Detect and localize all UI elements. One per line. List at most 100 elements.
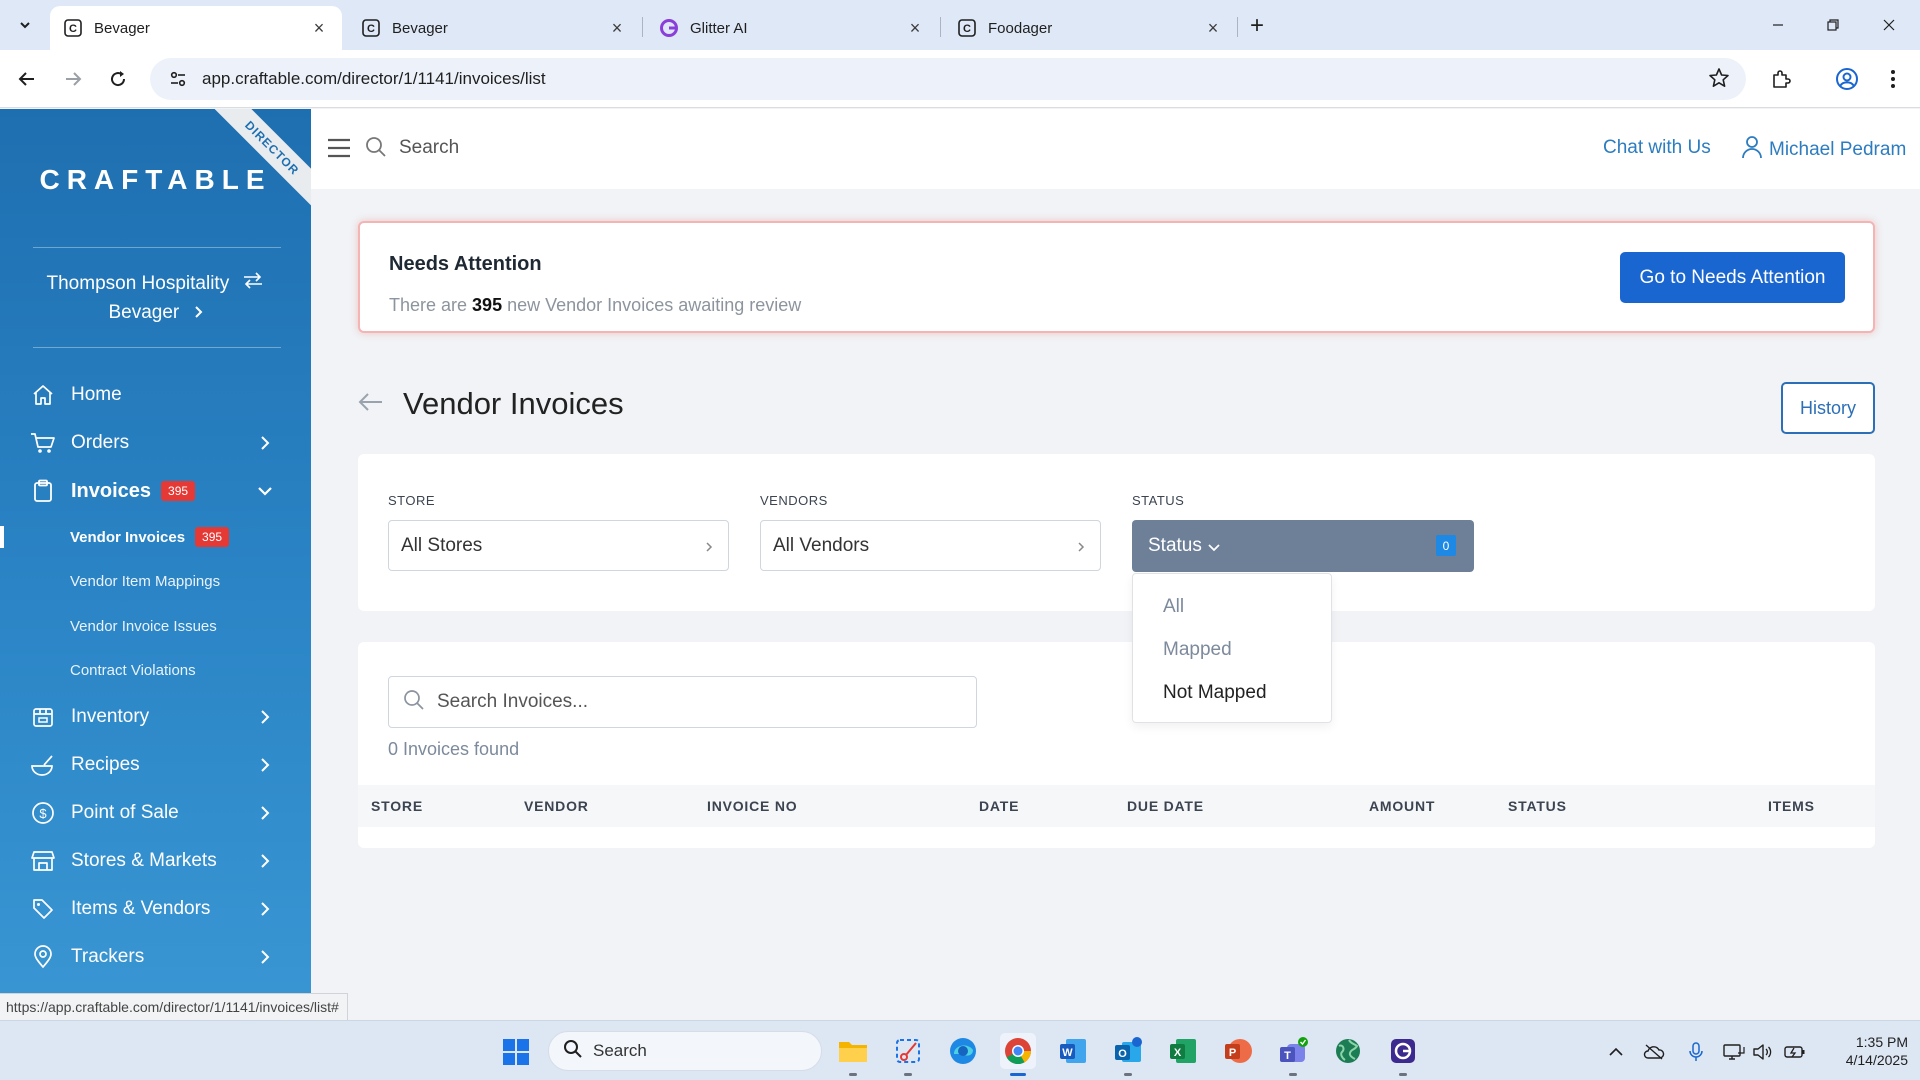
sidebar-item-label: Inventory <box>71 706 150 727</box>
show-hidden-icons-chevron-up-icon[interactable] <box>1605 1041 1627 1063</box>
user-menu[interactable]: Michael Pedram <box>1741 135 1906 165</box>
close-window-button[interactable] <box>1866 10 1912 40</box>
volume-icon[interactable] <box>1752 1041 1774 1063</box>
browser-tab-2[interactable]: C Bevager × <box>348 6 640 50</box>
windows-start-icon[interactable] <box>502 1038 530 1071</box>
sidebar-item-items-vendors[interactable]: Items & Vendors <box>0 885 311 933</box>
bookmark-star-icon[interactable] <box>1708 67 1730 94</box>
sidebar-item-point-of-sale[interactable]: $ Point of Sale <box>0 789 311 837</box>
battery-icon[interactable] <box>1784 1041 1806 1063</box>
outlook-icon[interactable]: O <box>1110 1033 1146 1076</box>
chevron-down-icon <box>20 22 30 29</box>
profile-icon[interactable] <box>1832 64 1862 94</box>
microphone-icon[interactable] <box>1685 1041 1707 1063</box>
sidebar-item-recipes[interactable]: Recipes <box>0 741 311 789</box>
cloud-offline-icon[interactable] <box>1643 1041 1665 1063</box>
browser-tab-3[interactable]: Glitter AI × <box>646 6 938 50</box>
powerpoint-icon[interactable]: P <box>1220 1033 1256 1069</box>
vendor-invoices-badge: 395 <box>195 527 230 548</box>
store-select[interactable]: All Stores <box>388 520 729 571</box>
sidebar-subitem-vendor-invoices[interactable]: Vendor Invoices 395 <box>0 515 311 560</box>
craftable-logo[interactable]: CRAFTABLE <box>0 164 311 196</box>
status-option-all[interactable]: All <box>1133 585 1331 628</box>
sidebar-subitem-vendor-invoice-issues[interactable]: Vendor Invoice Issues <box>0 604 311 649</box>
more-menu-icon[interactable] <box>1878 64 1908 94</box>
column-header-store[interactable]: STORE <box>371 798 423 814</box>
browser-tab-4[interactable]: C Foodager × <box>944 6 1236 50</box>
excel-icon[interactable]: X <box>1165 1033 1201 1069</box>
sidebar-item-trackers[interactable]: Trackers <box>0 933 311 981</box>
banner-text-prefix: There are <box>389 295 473 315</box>
attention-count: 395 <box>472 295 503 315</box>
running-indicator <box>849 1073 857 1076</box>
org-switcher[interactable]: Thompson Hospitality Bevager <box>0 269 311 327</box>
svg-text:W: W <box>1062 1047 1073 1059</box>
column-header-status[interactable]: STATUS <box>1508 798 1567 814</box>
go-to-needs-attention-button[interactable]: Go to Needs Attention <box>1620 252 1845 303</box>
forward-button[interactable] <box>58 64 88 94</box>
tab-separator <box>1237 17 1238 37</box>
address-bar[interactable]: app.craftable.com/director/1/1141/invoic… <box>150 58 1746 100</box>
search-icon[interactable] <box>365 136 387 163</box>
teams-icon[interactable]: T <box>1275 1033 1311 1076</box>
status-option-mapped[interactable]: Mapped <box>1133 628 1331 671</box>
banner-title: Needs Attention <box>389 253 542 275</box>
back-arrow-icon[interactable] <box>358 392 384 417</box>
edge-browser-icon[interactable] <box>945 1033 981 1069</box>
restore-button[interactable] <box>1810 10 1856 40</box>
status-filter-label: STATUS <box>1132 493 1185 508</box>
glitter-ai-app-icon[interactable] <box>1385 1033 1421 1076</box>
column-header-vendor[interactable]: VENDOR <box>524 798 589 814</box>
minimize-button[interactable] <box>1755 10 1801 40</box>
sidebar-item-home[interactable]: Home <box>0 371 311 419</box>
url-text: app.craftable.com/director/1/1141/invoic… <box>202 69 546 88</box>
sidebar-item-invoices[interactable]: Invoices 395 <box>0 467 311 515</box>
network-monitor-icon[interactable] <box>1723 1041 1745 1063</box>
word-icon[interactable]: W <box>1055 1033 1091 1069</box>
browser-tab-1[interactable]: C Bevager × <box>50 6 342 50</box>
banner-text-suffix: new Vendor Invoices awaiting review <box>502 295 802 315</box>
chat-with-us-link[interactable]: Chat with Us <box>1603 137 1711 159</box>
site-info-icon[interactable] <box>158 59 198 99</box>
status-option-not-mapped[interactable]: Not Mapped <box>1133 671 1331 714</box>
column-header-amount[interactable]: AMOUNT <box>1369 798 1435 814</box>
sidebar-subitem-contract-violations[interactable]: Contract Violations <box>0 649 311 694</box>
sidebar-item-stores-markets[interactable]: Stores & Markets <box>0 837 311 885</box>
sidebar-item-orders[interactable]: Orders <box>0 419 311 467</box>
invoice-search-input[interactable] <box>437 691 937 713</box>
file-explorer-icon[interactable] <box>835 1033 871 1076</box>
status-dropdown-button[interactable]: Status 0 <box>1132 520 1474 572</box>
tab-search-button[interactable] <box>10 12 40 38</box>
sidebar-subitem-vendor-item-mappings[interactable]: Vendor Item Mappings <box>0 560 311 605</box>
extensions-icon[interactable] <box>1766 64 1796 94</box>
close-icon[interactable]: × <box>310 18 328 38</box>
hamburger-menu-icon[interactable] <box>327 137 353 159</box>
snipping-tool-icon[interactable] <box>890 1033 926 1076</box>
column-header-invoice-no[interactable]: INVOICE NO <box>707 798 797 814</box>
global-search[interactable]: Search <box>399 137 459 159</box>
swap-arrows-icon[interactable] <box>242 269 264 298</box>
system-clock[interactable]: 1:35 PM 4/14/2025 <box>1826 1033 1908 1069</box>
chevron-right-icon <box>255 707 275 727</box>
windows-taskbar: Search W O X P T 1:35 PM 4/14/2025 <box>0 1020 1920 1080</box>
chevron-right-icon <box>255 755 275 775</box>
taskbar-search[interactable]: Search <box>548 1031 822 1071</box>
new-tab-button[interactable]: + <box>1243 12 1271 40</box>
sidebar-item-inventory[interactable]: Inventory <box>0 693 311 741</box>
running-indicator <box>1124 1073 1132 1076</box>
history-button[interactable]: History <box>1781 382 1875 434</box>
clock-time: 1:35 PM <box>1855 1034 1908 1050</box>
close-icon[interactable]: × <box>608 18 626 38</box>
close-icon[interactable]: × <box>1204 18 1222 38</box>
close-icon[interactable]: × <box>906 18 924 38</box>
vendors-select[interactable]: All Vendors <box>760 520 1101 571</box>
back-button[interactable] <box>12 64 42 94</box>
column-header-due-date[interactable]: DUE DATE <box>1127 798 1204 814</box>
globe-app-icon[interactable] <box>1330 1033 1366 1069</box>
reload-button[interactable] <box>103 64 133 94</box>
column-header-items[interactable]: ITEMS <box>1768 798 1815 814</box>
chrome-browser-icon[interactable] <box>1000 1033 1036 1076</box>
column-header-date[interactable]: DATE <box>979 798 1019 814</box>
sidebar-item-label: Stores & Markets <box>71 850 217 871</box>
invoice-search-field[interactable] <box>388 676 977 728</box>
